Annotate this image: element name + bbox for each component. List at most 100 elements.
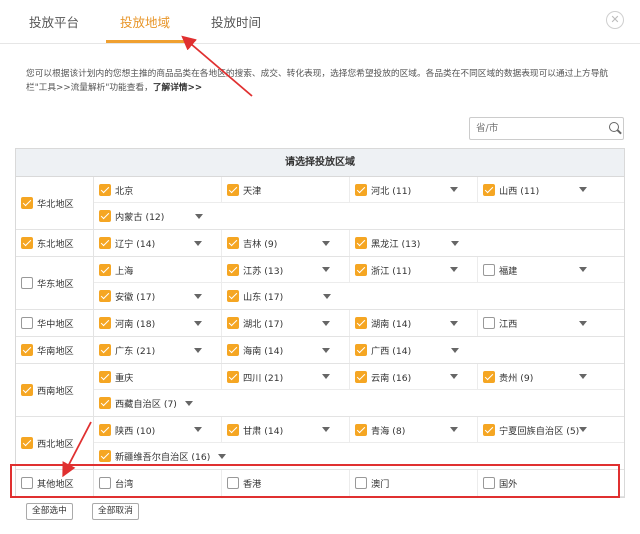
province-checkbox[interactable] xyxy=(355,237,367,249)
province-checkbox[interactable] xyxy=(355,317,367,329)
select-all-button[interactable]: 全部选中 xyxy=(26,503,73,520)
province-cell[interactable]: 浙江 (11) xyxy=(350,257,478,282)
chevron-down-icon[interactable] xyxy=(579,267,587,272)
province-checkbox[interactable] xyxy=(355,370,367,383)
chevron-down-icon[interactable] xyxy=(194,427,202,432)
chevron-down-icon[interactable] xyxy=(322,320,330,326)
chevron-down-icon[interactable] xyxy=(322,374,330,379)
province-cell[interactable]: 台湾 xyxy=(94,470,222,496)
province-cell[interactable]: 内蒙古 (12) xyxy=(94,203,222,229)
region-checkbox-label[interactable]: 华东地区 xyxy=(16,257,94,309)
province-checkbox[interactable] xyxy=(99,183,111,196)
region-checkbox-label[interactable]: 其他地区 xyxy=(16,470,94,496)
chevron-down-icon[interactable] xyxy=(322,427,330,432)
province-cell[interactable]: 吉林 (9) xyxy=(222,230,350,256)
tab-platform[interactable]: 投放平台 xyxy=(29,12,79,31)
province-cell[interactable]: 重庆 xyxy=(94,364,222,389)
province-checkbox[interactable] xyxy=(483,477,495,489)
province-cell[interactable]: 广东 (21) xyxy=(94,337,222,363)
chevron-down-icon[interactable] xyxy=(579,374,587,379)
chevron-down-icon[interactable] xyxy=(184,400,193,406)
chevron-down-icon[interactable] xyxy=(194,293,202,299)
province-cell[interactable]: 上海 xyxy=(94,257,222,282)
chevron-down-icon[interactable] xyxy=(451,347,459,353)
province-cell[interactable]: 宁夏回族自治区 (5) xyxy=(478,417,606,442)
region-checkbox[interactable] xyxy=(21,384,33,396)
chevron-down-icon[interactable] xyxy=(323,293,331,299)
chevron-down-icon[interactable] xyxy=(450,374,458,379)
province-checkbox[interactable] xyxy=(483,183,495,196)
region-checkbox-label[interactable]: 东北地区 xyxy=(16,230,94,256)
province-checkbox[interactable] xyxy=(227,237,239,249)
province-checkbox[interactable] xyxy=(99,477,111,489)
province-checkbox[interactable] xyxy=(483,263,495,276)
province-checkbox[interactable] xyxy=(99,450,111,462)
province-cell[interactable]: 云南 (16) xyxy=(350,364,478,389)
tab-time[interactable]: 投放时间 xyxy=(211,12,261,31)
search-icon[interactable] xyxy=(609,122,619,132)
province-cell[interactable]: 河北 (11) xyxy=(350,177,478,202)
province-checkbox[interactable] xyxy=(99,423,111,436)
chevron-down-icon[interactable] xyxy=(322,347,330,353)
chevron-down-icon[interactable] xyxy=(579,320,587,326)
province-cell[interactable]: 湖北 (17) xyxy=(222,310,350,336)
province-cell[interactable]: 香港 xyxy=(222,470,350,496)
province-checkbox[interactable] xyxy=(483,317,495,329)
province-cell[interactable]: 广西 (14) xyxy=(350,337,478,363)
province-checkbox[interactable] xyxy=(483,370,495,383)
province-cell[interactable]: 西藏自治区 (7) xyxy=(94,390,350,416)
province-cell[interactable]: 北京 xyxy=(94,177,222,202)
region-checkbox[interactable] xyxy=(21,437,33,449)
province-checkbox[interactable] xyxy=(99,370,111,383)
province-checkbox[interactable] xyxy=(227,344,239,356)
province-checkbox[interactable] xyxy=(355,477,367,489)
province-cell[interactable]: 新疆维吾尔自治区 (16) xyxy=(94,443,350,469)
region-checkbox-label[interactable]: 华中地区 xyxy=(16,310,94,336)
search-input[interactable] xyxy=(476,121,601,136)
region-checkbox[interactable] xyxy=(21,317,33,329)
province-checkbox[interactable] xyxy=(99,263,111,276)
province-checkbox[interactable] xyxy=(99,344,111,356)
deselect-all-button[interactable]: 全部取消 xyxy=(92,503,139,520)
province-checkbox[interactable] xyxy=(99,237,111,249)
province-cell[interactable]: 澳门 xyxy=(350,470,478,496)
province-checkbox[interactable] xyxy=(483,423,495,436)
province-checkbox[interactable] xyxy=(99,397,111,409)
province-cell[interactable]: 天津 xyxy=(222,177,350,202)
chevron-down-icon[interactable] xyxy=(194,347,202,353)
chevron-down-icon[interactable] xyxy=(451,240,459,246)
province-checkbox[interactable] xyxy=(227,317,239,329)
province-cell[interactable]: 山西 (11) xyxy=(478,177,606,202)
region-checkbox[interactable] xyxy=(21,477,33,489)
close-icon[interactable]: ✕ xyxy=(606,11,624,29)
province-checkbox[interactable] xyxy=(227,477,239,489)
region-checkbox-label[interactable]: 西北地区 xyxy=(16,417,94,469)
province-checkbox[interactable] xyxy=(355,344,367,356)
learn-more-link[interactable]: 了解详情>> xyxy=(153,83,202,93)
tab-region[interactable]: 投放地域 xyxy=(120,12,170,31)
province-checkbox[interactable] xyxy=(227,423,239,436)
province-cell[interactable]: 青海 (8) xyxy=(350,417,478,442)
chevron-down-icon[interactable] xyxy=(194,240,202,246)
province-cell[interactable]: 江西 xyxy=(478,310,606,336)
chevron-down-icon[interactable] xyxy=(450,187,458,192)
region-checkbox-label[interactable]: 华南地区 xyxy=(16,337,94,363)
province-cell[interactable]: 陕西 (10) xyxy=(94,417,222,442)
region-checkbox-label[interactable]: 西南地区 xyxy=(16,364,94,416)
region-checkbox[interactable] xyxy=(21,344,33,356)
region-checkbox[interactable] xyxy=(21,197,33,209)
province-cell[interactable]: 山东 (17) xyxy=(222,283,350,309)
province-checkbox[interactable] xyxy=(355,423,367,436)
province-checkbox[interactable] xyxy=(355,263,367,276)
province-checkbox[interactable] xyxy=(99,317,111,329)
region-checkbox[interactable] xyxy=(21,237,33,249)
province-cell[interactable]: 江苏 (13) xyxy=(222,257,350,282)
province-checkbox[interactable] xyxy=(355,183,367,196)
chevron-down-icon[interactable] xyxy=(579,427,588,432)
region-checkbox[interactable] xyxy=(21,277,33,289)
province-checkbox[interactable] xyxy=(99,290,111,302)
chevron-down-icon[interactable] xyxy=(194,320,202,326)
region-checkbox-label[interactable]: 华北地区 xyxy=(16,177,94,229)
province-cell[interactable]: 甘肃 (14) xyxy=(222,417,350,442)
chevron-down-icon[interactable] xyxy=(450,320,458,326)
